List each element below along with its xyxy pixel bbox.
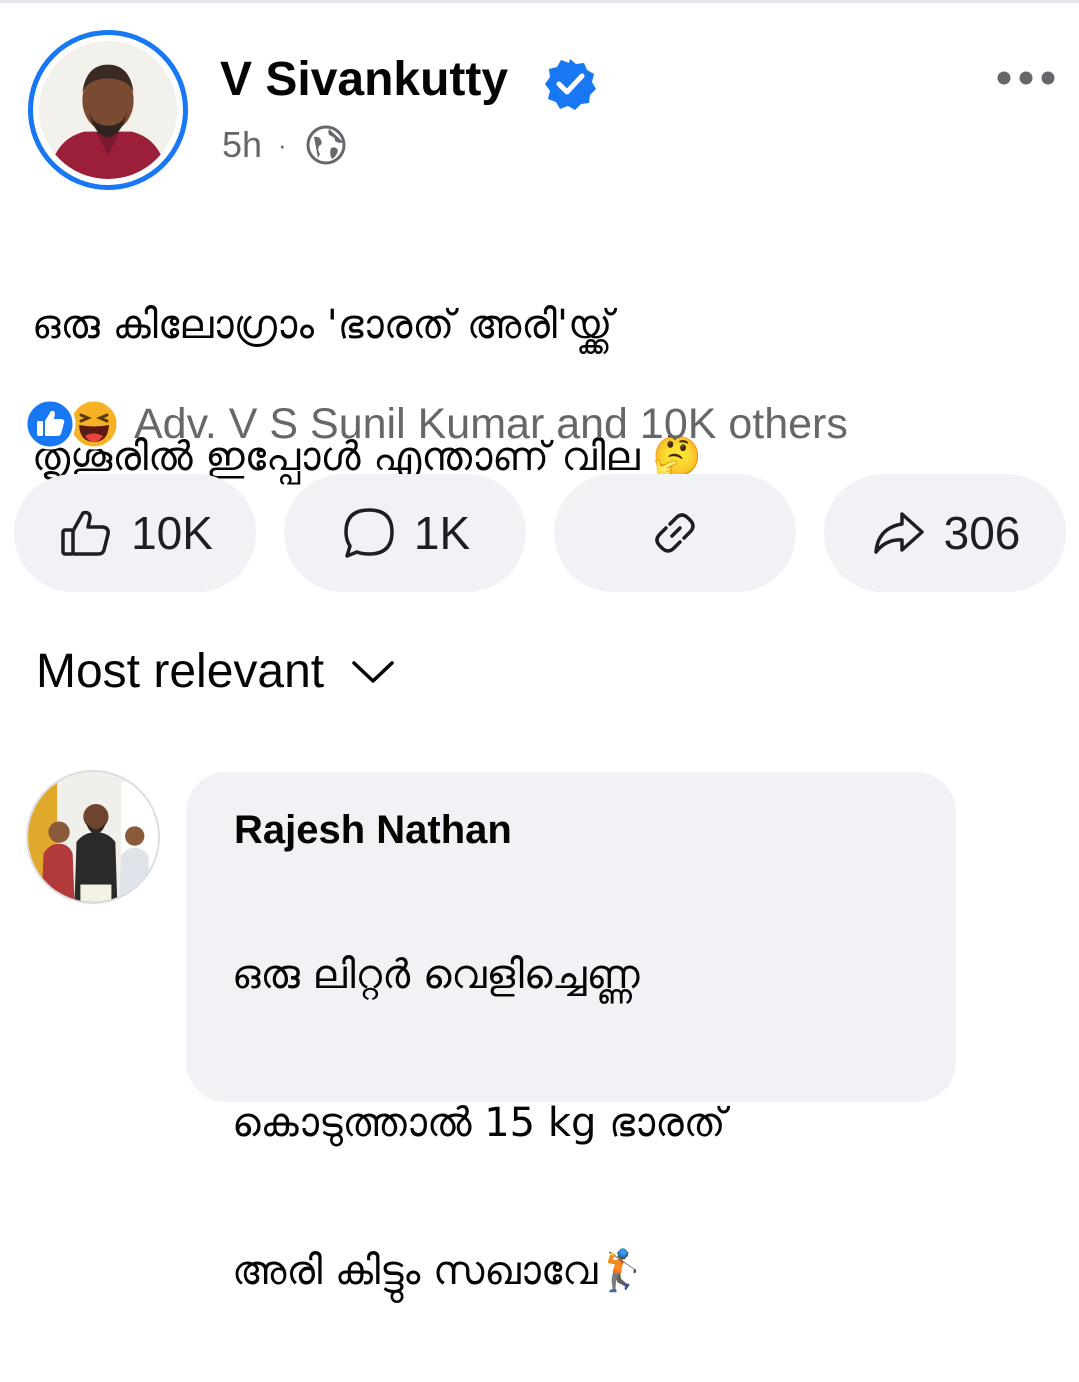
more-options-icon[interactable] xyxy=(994,56,1058,100)
comment-text-line: അരി കിട്ടും സഖാവേ🏌️ xyxy=(232,1248,648,1294)
post-text-line: ഒരു കിലോഗ്രാം 'ഭാരത് അരി'യ്ക്ക് xyxy=(32,302,613,348)
share-arrow-icon xyxy=(873,512,924,554)
commenter-name[interactable]: Rajesh Nathan xyxy=(234,808,512,853)
author-name[interactable]: V Sivankutty xyxy=(220,48,508,112)
comment-text-line: കൊടുത്താൽ 15 kg ഭാരത് xyxy=(232,1100,726,1146)
globe-icon xyxy=(306,125,346,165)
meta-separator: · xyxy=(278,129,287,160)
reactions-text: Adv. V S Sunil Kumar and 10K others xyxy=(134,399,848,448)
chevron-down-icon xyxy=(352,660,394,683)
comment-icon xyxy=(344,508,394,558)
reactions-summary[interactable]: Adv. V S Sunil Kumar and 10K others xyxy=(24,394,848,454)
comment-text-line: ഒരു ലിറ്റർ വെളിച്ചെണ്ണ xyxy=(232,952,640,998)
share-button[interactable]: 306 xyxy=(824,474,1066,592)
comment-text: ഒരു ലിറ്റർ വെളിച്ചെണ്ണ കൊടുത്താൽ 15 kg ഭ… xyxy=(232,864,932,1382)
comment-button[interactable]: 1K xyxy=(284,474,526,592)
like-reaction-icon xyxy=(24,398,76,450)
thumbs-up-icon xyxy=(61,510,110,556)
copy-link-button[interactable] xyxy=(554,474,796,592)
commenter-photo xyxy=(28,772,158,902)
comment-count: 1K xyxy=(413,507,471,559)
author-avatar[interactable] xyxy=(28,30,188,190)
link-icon xyxy=(655,513,695,553)
top-divider xyxy=(0,0,1079,3)
comment-sort-dropdown[interactable]: Most relevant xyxy=(36,644,396,699)
post-time[interactable]: 5h xyxy=(222,124,262,166)
author-photo xyxy=(39,41,177,179)
verified-badge-icon xyxy=(545,59,596,110)
comment-bubble[interactable]: Rajesh Nathan ഒരു ലിറ്റർ വെളിച്ചെണ്ണ കൊട… xyxy=(186,772,956,1294)
like-count: 10K xyxy=(131,507,213,559)
share-count: 306 xyxy=(943,507,1021,559)
like-button[interactable]: 10K xyxy=(14,474,256,592)
post-meta: 5h · xyxy=(222,122,347,168)
sort-label: Most relevant xyxy=(36,645,325,698)
commenter-avatar[interactable] xyxy=(26,770,160,904)
